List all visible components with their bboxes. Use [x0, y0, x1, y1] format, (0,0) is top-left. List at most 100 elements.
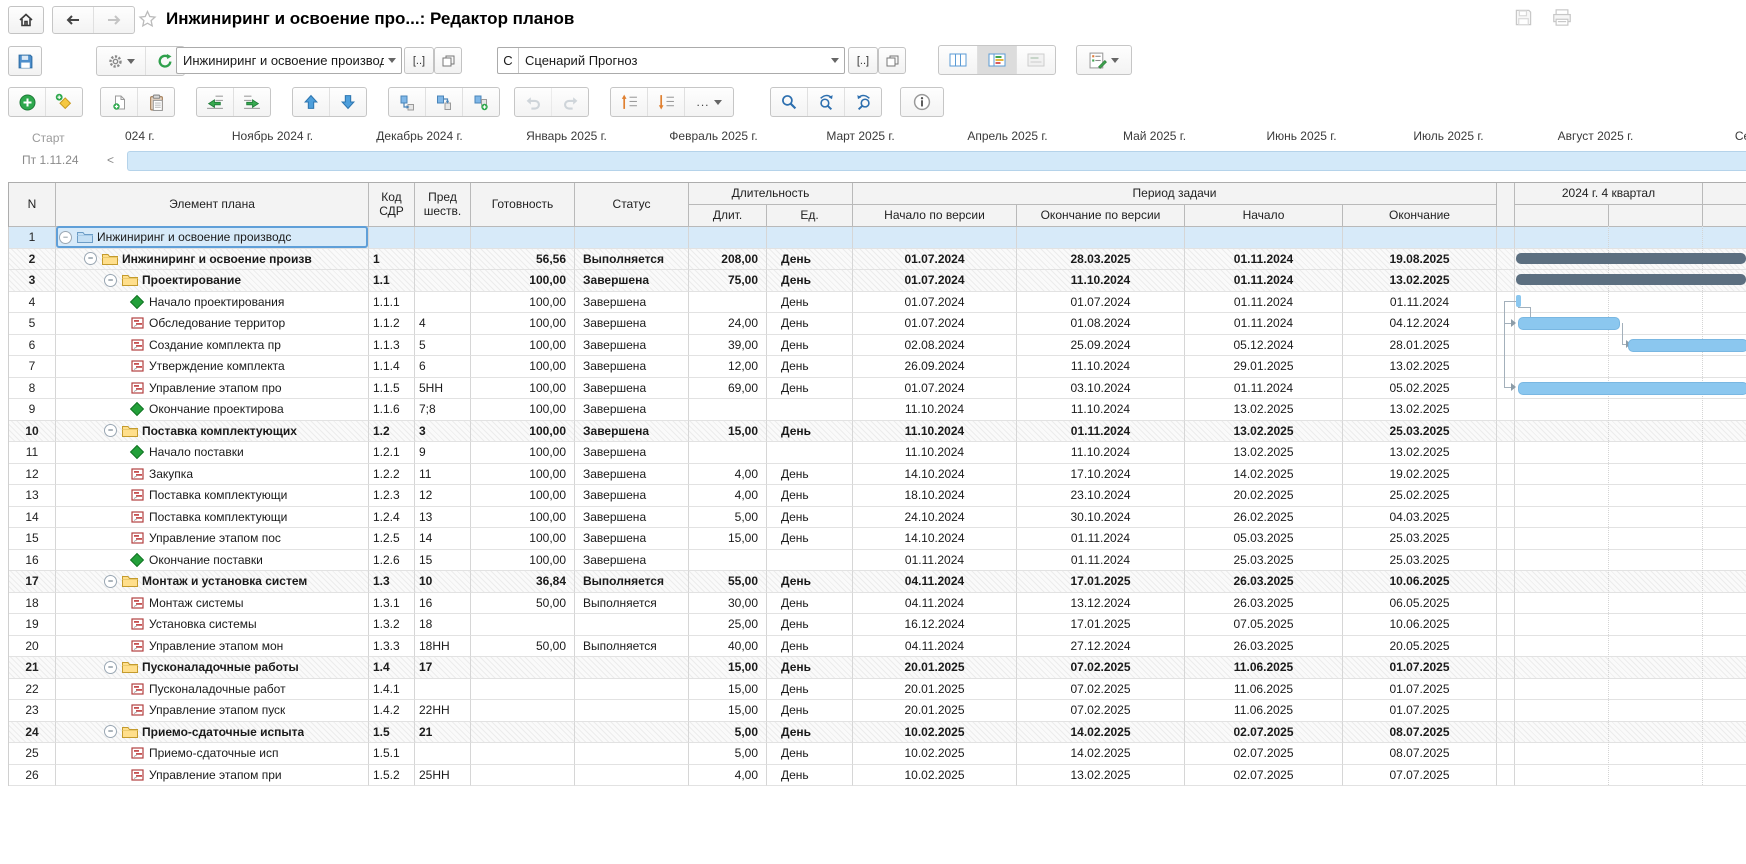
collapse-toggle[interactable]: − [104, 725, 117, 738]
move-down-button[interactable] [330, 88, 366, 116]
table-row[interactable]: 6Создание комплекта пр1.1.35100,00Заверш… [9, 335, 1746, 357]
add-milestone-button[interactable] [46, 88, 82, 116]
save-button[interactable] [8, 46, 42, 76]
scenario-choose-button[interactable]: [..] [848, 47, 878, 74]
header-code[interactable]: Код СДР [369, 183, 415, 227]
header-end[interactable]: Окончание [1343, 205, 1497, 227]
link-create-button[interactable] [426, 88, 463, 116]
table-row[interactable]: 3−Проектирование1.1100,00Завершена75,00Д… [9, 270, 1746, 292]
save-icon[interactable] [1514, 8, 1533, 32]
collapse-toggle[interactable]: − [104, 661, 117, 674]
table-row[interactable]: 7Утверждение комплекта1.1.46100,00Заверш… [9, 356, 1746, 378]
table-row[interactable]: 8Управление этапом про1.1.55НН100,00Заве… [9, 378, 1746, 400]
view-list-button[interactable] [1017, 46, 1055, 74]
table-row[interactable]: 4Начало проектирования1.1.1100,00Заверше… [9, 292, 1746, 314]
move-up-button[interactable] [293, 88, 330, 116]
table-row[interactable]: 14Поставка комплектующи1.2.413100,00Заве… [9, 507, 1746, 529]
collapse-toggle[interactable]: − [104, 274, 117, 287]
collapse-toggle[interactable]: − [104, 424, 117, 437]
table-row[interactable]: 13Поставка комплектующи1.2.312100,00Заве… [9, 485, 1746, 507]
table-row[interactable]: 26Управление этапом при1.5.225НН4,00День… [9, 765, 1746, 787]
home-button[interactable] [8, 6, 44, 34]
gantt-bar-task[interactable] [1628, 339, 1746, 352]
gantt-bar-summary[interactable] [1516, 253, 1746, 264]
table-row[interactable]: 11Начало поставки1.2.19100,00Завершена11… [9, 442, 1746, 464]
plan-open-button[interactable] [434, 47, 462, 74]
header-n[interactable]: N [9, 183, 56, 227]
copy-button[interactable] [101, 88, 138, 116]
link-add-button[interactable] [463, 88, 499, 116]
plan-dropdown-icon[interactable] [388, 58, 396, 67]
search-next-button[interactable] [808, 88, 845, 116]
collapse-toggle[interactable]: − [59, 231, 72, 244]
search-button[interactable] [771, 88, 808, 116]
gantt-bar-summary[interactable] [1516, 274, 1746, 285]
gantt-bar-milestone[interactable] [1516, 295, 1521, 307]
scenario-dropdown-icon[interactable] [831, 58, 839, 67]
header-start-version[interactable]: Начало по версии [853, 205, 1017, 227]
header-status[interactable]: Статус [575, 183, 689, 227]
gantt-bar-task[interactable] [1518, 382, 1746, 395]
header-dur[interactable]: Длит. [689, 205, 767, 227]
header-unit[interactable]: Ед. [767, 205, 853, 227]
table-row[interactable]: 16Окончание поставки1.2.615100,00Заверше… [9, 550, 1746, 572]
ready-cell: 100,00 [471, 378, 575, 400]
paste-button[interactable] [138, 88, 174, 116]
view-columns-button[interactable] [939, 46, 978, 74]
add-row-button[interactable] [9, 88, 46, 116]
table-row[interactable]: 2−Инжиниринг и освоение произв156,56Выпо… [9, 249, 1746, 271]
redo-button[interactable] [552, 88, 588, 116]
header-end-version[interactable]: Окончание по версии [1017, 205, 1185, 227]
collapse-toggle[interactable]: − [104, 575, 117, 588]
table-row[interactable]: 19Установка системы1.3.21825,00День16.12… [9, 614, 1746, 636]
pred-cell: 11 [415, 464, 471, 486]
table-row[interactable]: 25Приемо-сдаточные исп1.5.15,00День10.02… [9, 743, 1746, 765]
table-row[interactable]: 10−Поставка комплектующих1.23100,00Завер… [9, 421, 1746, 443]
table-row[interactable]: 15Управление этапом пос1.2.514100,00Заве… [9, 528, 1746, 550]
table-row[interactable]: 9Окончание проектирова1.1.67;8100,00Заве… [9, 399, 1746, 421]
view-gantt-button[interactable] [978, 46, 1017, 74]
header-ready[interactable]: Готовность [471, 183, 575, 227]
scenario-open-button[interactable] [878, 47, 906, 74]
info-button[interactable] [901, 88, 943, 116]
gantt-bar-task[interactable] [1518, 317, 1620, 330]
print-icon[interactable] [1552, 8, 1572, 32]
table-row[interactable]: 22Пусконаладочные работ1.4.115,00День20.… [9, 679, 1746, 701]
scenario-field[interactable]: С Сценарий Прогноз [497, 47, 845, 74]
table-row[interactable]: 17−Монтаж и установка систем1.31036,84Вы… [9, 571, 1746, 593]
header-duration-group[interactable]: Длительность [689, 183, 853, 205]
header-start[interactable]: Начало [1185, 205, 1343, 227]
settings-refresh-group [96, 46, 185, 76]
table-row[interactable]: 20Управление этапом мон1.3.318НН50,00Вып… [9, 636, 1746, 658]
expand-level-button[interactable] [611, 88, 648, 116]
search-next-icon [818, 94, 835, 110]
undo-button[interactable] [515, 88, 552, 116]
code-cell: 1.4.1 [369, 679, 415, 701]
header-element[interactable]: Элемент плана [56, 183, 369, 227]
edit-plan-button[interactable] [1077, 46, 1131, 74]
favorite-star-icon[interactable] [138, 10, 157, 33]
table-row[interactable]: 21−Пусконаладочные работы1.41715,00День2… [9, 657, 1746, 679]
table-row[interactable]: 12Закупка1.2.211100,00Завершена4,00День1… [9, 464, 1746, 486]
table-row[interactable]: 5Обследование территор1.1.24100,00Заверш… [9, 313, 1746, 335]
settings-button[interactable] [97, 47, 146, 75]
collapse-toggle[interactable]: − [84, 252, 97, 265]
table-row[interactable]: 24−Приемо-сдаточные испыта1.5215,00День1… [9, 722, 1746, 744]
more-actions-button[interactable]: ... [685, 88, 733, 116]
search-prev-button[interactable] [845, 88, 881, 116]
timeline-scrollbar[interactable] [127, 151, 1746, 171]
header-pred[interactable]: Пред шеств. [415, 183, 471, 227]
outdent-button[interactable] [197, 88, 234, 116]
plan-field[interactable]: Инжиниринг и освоение производ [176, 47, 402, 74]
back-button[interactable] [53, 7, 94, 33]
plan-choose-button[interactable]: [..] [404, 47, 434, 74]
collapse-level-button[interactable] [648, 88, 685, 116]
indent-button[interactable] [234, 88, 270, 116]
table-row[interactable]: 23Управление этапом пуск1.4.222НН15,00Де… [9, 700, 1746, 722]
table-row[interactable]: 18Монтаж системы1.3.11650,00Выполняется3… [9, 593, 1746, 615]
header-period-group[interactable]: Период задачи [853, 183, 1497, 205]
link-move-button[interactable] [389, 88, 426, 116]
table-row[interactable]: 1−Инжиниринг и освоение производс [9, 227, 1746, 249]
forward-button[interactable] [94, 7, 134, 33]
timeline-collapse-button[interactable]: < [101, 151, 117, 169]
